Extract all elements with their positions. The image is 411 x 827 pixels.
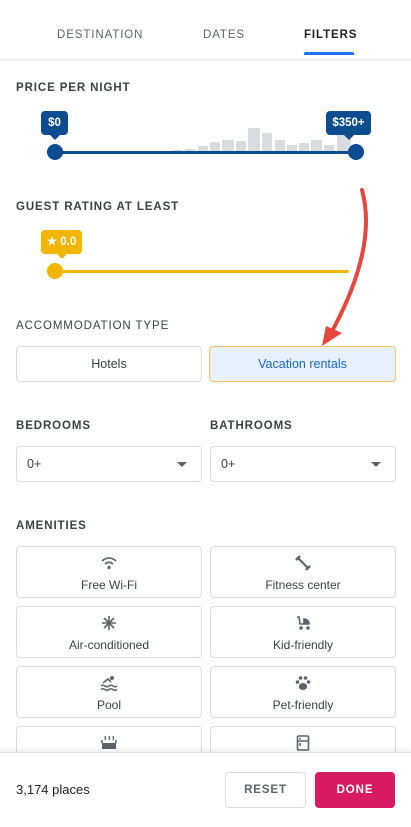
rating-tooltip: ★ 0.0	[41, 230, 82, 259]
histogram-bar	[262, 133, 272, 153]
reset-button[interactable]: RESET	[225, 772, 306, 808]
bedrooms-select[interactable]: 0+	[16, 446, 202, 482]
amenities-section-title: AMENITIES	[16, 520, 87, 532]
done-button[interactable]: DONE	[315, 772, 395, 808]
bathrooms-select[interactable]: 0+	[210, 446, 396, 482]
bathrooms-value: 0+	[221, 457, 236, 471]
amenity-fitness-center[interactable]: Fitness center	[210, 546, 396, 598]
rating-slider-track[interactable]	[55, 270, 349, 273]
dumbbell-icon	[211, 554, 395, 572]
amenity-air-conditioned[interactable]: Air-conditioned	[16, 606, 202, 658]
chevron-down-icon	[177, 462, 187, 467]
price-max-handle[interactable]	[348, 144, 364, 160]
bedrooms-value: 0+	[27, 457, 42, 471]
histogram-bar	[248, 128, 260, 153]
price-min-tooltip: $0	[41, 111, 68, 140]
vacation-rentals-option-button[interactable]: Vacation rentals	[209, 346, 396, 382]
results-count: 3,174 places	[16, 782, 90, 797]
amenity-label: Pet-friendly	[272, 698, 334, 712]
spa-icon	[17, 734, 201, 752]
amenity-label: Pool	[96, 698, 122, 712]
rating-handle[interactable]	[47, 263, 63, 279]
amenity-free-wifi[interactable]: Free Wi-Fi	[16, 546, 202, 598]
amenity-label: Fitness center	[265, 578, 341, 592]
stroller-icon	[211, 614, 395, 632]
amenity-label: Air-conditioned	[68, 638, 150, 652]
wifi-icon	[17, 554, 201, 572]
tab-bar: DESTINATION DATES FILTERS	[0, 0, 411, 60]
chevron-down-icon	[371, 462, 381, 467]
amenity-pet-friendly[interactable]: Pet-friendly	[210, 666, 396, 718]
rating-section-title: GUEST RATING AT LEAST	[16, 201, 180, 213]
pool-icon	[17, 674, 201, 692]
price-slider-track[interactable]	[55, 151, 356, 154]
kitchen-icon	[211, 734, 395, 752]
amenity-pool[interactable]: Pool	[16, 666, 202, 718]
snowflake-icon	[17, 614, 201, 632]
bedrooms-section-title: BEDROOMS	[16, 420, 91, 432]
amenity-label: Free Wi-Fi	[81, 578, 137, 592]
tab-filters[interactable]: FILTERS	[304, 29, 357, 41]
tab-dates[interactable]: DATES	[203, 29, 245, 41]
tab-destination[interactable]: DESTINATION	[57, 29, 143, 41]
footer-bar: 3,174 places RESET DONE	[0, 752, 411, 827]
active-tab-indicator	[304, 52, 354, 55]
hotels-option-button[interactable]: Hotels	[16, 346, 202, 382]
amenity-kid-friendly[interactable]: Kid-friendly	[210, 606, 396, 658]
accommodation-section-title: ACCOMMODATION TYPE	[16, 320, 170, 332]
price-section-title: PRICE PER NIGHT	[16, 82, 131, 94]
bathrooms-section-title: BATHROOMS	[210, 420, 293, 432]
price-min-handle[interactable]	[47, 144, 63, 160]
amenity-label: Kid-friendly	[272, 638, 334, 652]
price-max-tooltip: $350+	[326, 111, 371, 140]
paw-icon	[211, 674, 395, 692]
